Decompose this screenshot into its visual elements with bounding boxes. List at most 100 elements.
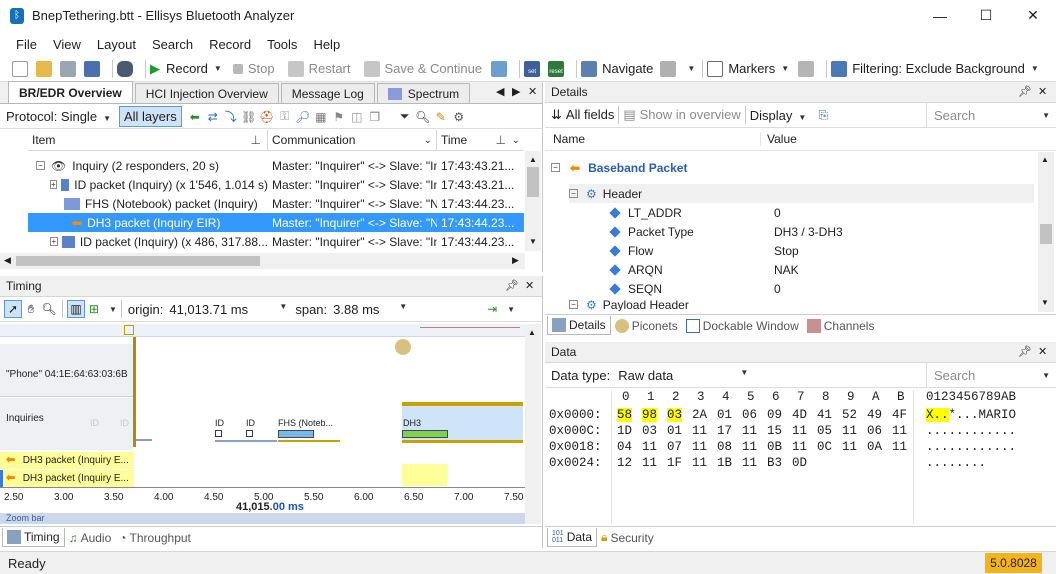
origin-field[interactable]: 41,013.71 ms ▼ [169,302,287,317]
channels-icon[interactable]: ⊞ [85,300,103,318]
hex-byte[interactable]: 11 [842,440,857,454]
close-icon[interactable]: ✕ [528,85,537,98]
filtering-button[interactable]: Filtering: Exclude Background ▼ [831,58,1039,80]
hex-byte[interactable]: 0B [767,440,782,454]
magnifier-icon[interactable]: 🔎︎ [294,108,312,126]
pin-icon[interactable]: 📌︎ [1018,345,1032,358]
tree-row-field[interactable]: SEQN 0 [609,279,781,298]
zoom-bar[interactable]: Zoom bar [0,513,525,524]
markers-button[interactable]: Markers ▼ [707,58,789,80]
set-trigger-button[interactable]: set [524,58,545,80]
timing-scrollbar[interactable]: ▲ [525,324,541,524]
id-block[interactable] [215,430,222,437]
all-layers-button[interactable]: All layers [118,106,182,127]
hex-byte[interactable]: 41 [817,408,832,422]
hex-byte[interactable]: 01 [717,408,732,422]
ascii-text[interactable]: ........ [926,456,986,470]
back-arrow-icon[interactable]: ⬅ [186,108,204,126]
hex-byte[interactable]: 0D [792,456,807,470]
details-search-input[interactable]: Search ▼ [926,103,1056,128]
hex-byte[interactable]: 03 [667,408,683,422]
menu-file[interactable]: File [16,37,37,52]
hex-byte[interactable]: 11 [692,456,707,470]
key-icon[interactable]: ⚿ [276,108,294,126]
tree-row-field[interactable]: ARQN NAK [609,260,799,279]
hex-byte[interactable]: 11 [892,440,907,454]
lane-packet[interactable]: ⬅ DH3 packet (Inquiry E... [0,470,134,487]
mouse-icon[interactable]: ◫ [348,108,366,126]
column-time[interactable]: Time ⊥ ⌄ [437,130,524,150]
tree-row-baseband-packet[interactable]: − ⬅ Baseband Packet [551,158,687,177]
tab-timing[interactable]: Timing [2,528,65,547]
scroll-thumb[interactable] [16,256,260,266]
scroll-right-icon[interactable]: ▶ [512,255,519,266]
hex-byte[interactable]: 12 [617,456,632,470]
nav-left-icon[interactable]: ◀ [496,85,504,98]
stop-button[interactable]: Stop [232,58,275,80]
hex-view[interactable]: 0 1 2 3 4 5 6 7 8 9 A B 0123456789AB 0x0… [545,390,1056,524]
tab-hci-injection-overview[interactable]: HCI Injection Overview [134,83,279,103]
details-scrollbar[interactable]: ▲ ▼ [1038,152,1054,312]
table-row[interactable]: + ID packet (Inquiry) (x 486, 317.88... M… [28,232,524,251]
scroll-thumb[interactable] [527,167,539,197]
hex-byte[interactable]: 49 [867,408,882,422]
hex-byte[interactable]: 11 [792,424,807,438]
expand-icon[interactable]: + [50,237,58,246]
chevron-down-icon[interactable]: ▼ [1042,111,1050,120]
lane-packet[interactable]: ⬅ DH3 packet (Inquiry E... [0,452,134,469]
settings-icon[interactable]: ⚙ [450,108,468,126]
dh3-block[interactable] [402,430,448,438]
hex-byte[interactable]: 4D [792,408,807,422]
data-type-select[interactable]: Raw data ▼ [618,368,748,383]
horizontal-scrollbar[interactable]: ◀ ▶ [0,253,525,269]
chevron-down-icon[interactable]: ⌄ [424,130,432,150]
hex-byte[interactable]: 04 [617,440,632,454]
tab-details[interactable]: Details [547,316,611,335]
flag-icon[interactable]: ⚑ [330,108,348,126]
scroll-down-icon[interactable]: ▼ [529,237,537,246]
reset-trigger-button[interactable]: reset [548,58,569,80]
menu-view[interactable]: View [53,37,81,52]
save-all-button[interactable] [84,58,105,80]
hex-byte[interactable]: 17 [717,424,732,438]
collapse-icon[interactable]: − [569,300,578,309]
tab-piconets[interactable]: Piconets [611,316,682,335]
chevron-down-icon[interactable]: ▼ [1042,371,1050,380]
menu-search[interactable]: Search [152,37,193,52]
hex-byte[interactable]: 11 [692,424,707,438]
collapse-icon[interactable]: − [551,163,560,172]
tree-row-field[interactable]: Packet Type DH3 / 3-DH3 [609,222,843,241]
pin-icon[interactable]: 📌︎ [505,279,519,292]
chevron-down-icon[interactable]: ▼ [1031,64,1039,73]
tree-row-field[interactable]: LT_ADDR 0 [609,203,781,222]
column-item[interactable]: Item ⊥ [28,130,268,150]
save-continue-button[interactable]: Save & Continue [363,58,482,80]
expand-icon[interactable]: ⤵ [222,108,240,126]
tree-row-header[interactable]: − ⚙ Header [569,184,1034,203]
span-field[interactable]: 3.88 ms ▼ [333,302,407,317]
column-value[interactable]: Value [761,132,797,146]
scroll-down-icon[interactable]: ▼ [1041,298,1049,307]
ascii-text[interactable]: X..*...MARIO [926,408,1016,422]
close-icon[interactable]: ✕ [1038,345,1047,358]
minimize-button[interactable]: — [917,0,963,31]
highlight-icon[interactable]: ✎ [432,108,450,126]
all-fields-button[interactable]: ⇊ All fields [551,107,614,123]
export-icon[interactable]: ⎘ [814,106,832,124]
hex-byte[interactable]: 11 [792,440,807,454]
chevron-down-icon[interactable]: ▼ [109,305,117,314]
nav-right-icon[interactable]: ▶ [512,85,520,98]
hex-byte[interactable]: 1B [717,456,732,470]
vertical-scrollbar[interactable]: ▲ ▼ [525,151,541,251]
hex-byte[interactable]: 2A [692,408,707,422]
find-button[interactable] [117,58,138,80]
filter-icon[interactable]: ⏷ [396,108,414,126]
tab-audio[interactable]: ♫ Audio [65,528,116,547]
hex-byte[interactable]: 11 [642,440,657,454]
timing-overview-strip[interactable] [0,324,525,337]
hand-tool-icon[interactable]: ✋︎ [22,300,40,318]
table-row-selected[interactable]: ⬅ DH3 packet (Inquiry EIR) Master: "Inqui… [28,213,524,232]
collapse-icon[interactable]: − [569,189,578,198]
menu-layout[interactable]: Layout [97,37,136,52]
table-row[interactable]: − 👁︎ Inquiry (2 responders, 20 s) Master: … [28,156,524,175]
